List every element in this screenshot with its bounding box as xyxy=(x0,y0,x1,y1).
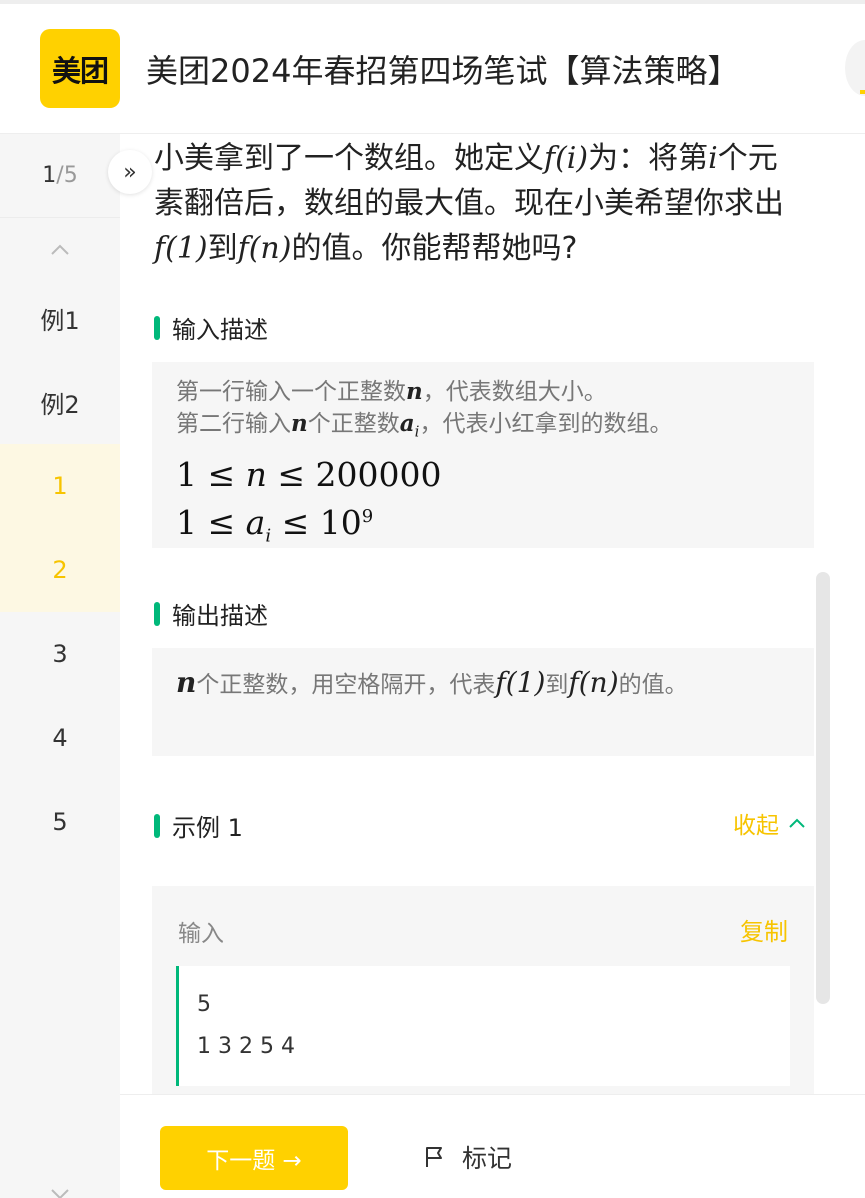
math-f-i: f(i) xyxy=(544,141,589,176)
example-input-box: 输入 复制 5 1 3 2 5 4 xyxy=(152,886,814,1094)
constraint-a: 1 ≤ ai ≤ 109 xyxy=(176,496,790,558)
text: ，代表数组大小。 xyxy=(422,379,607,405)
next-question-button[interactable]: 下一题 → xyxy=(160,1126,348,1190)
chevron-up-icon[interactable] xyxy=(48,238,72,262)
input-description-heading: 输入描述 xyxy=(154,310,268,345)
text: 个正整数，用空格隔开，代表 xyxy=(196,672,496,698)
text: 个正整数 xyxy=(307,411,400,437)
math-n: n xyxy=(291,410,308,437)
input-line-1: 第一行输入一个正整数n，代表数组大小。 xyxy=(176,376,790,408)
mark-button[interactable]: 标记 xyxy=(422,1139,512,1175)
output-description-heading: 输出描述 xyxy=(154,596,268,631)
sidebar-item-2[interactable]: 2 xyxy=(0,528,120,612)
question-content: 小美拿到了一个数组。她定义f(i)为：将第i个元素翻倍后，数组的最大值。现在小美… xyxy=(120,134,865,1094)
math-a: a xyxy=(245,502,266,542)
sidebar-item-1[interactable]: 1 xyxy=(0,444,120,528)
flag-icon xyxy=(426,1147,442,1167)
math-a: a xyxy=(399,410,415,437)
page-title: 美团2024年春招第四场笔试【算法策略】 xyxy=(146,52,740,90)
section-title: 输入描述 xyxy=(172,316,268,344)
chevron-up-icon xyxy=(789,818,805,828)
section-title: 输出描述 xyxy=(172,602,268,630)
text: 第一行输入一个正整数 xyxy=(176,379,406,405)
copy-button[interactable]: 复制 xyxy=(740,912,788,947)
text: 1 ≤ xyxy=(176,502,246,542)
collapse-button[interactable]: 收起 xyxy=(733,806,807,840)
math-f-n: f(n) xyxy=(568,666,619,699)
math-n: n xyxy=(406,378,423,405)
example-1-heading: 示例 1 xyxy=(154,808,243,843)
mark-label: 标记 xyxy=(462,1144,513,1173)
code-line: 5 xyxy=(197,992,211,1017)
collapse-label: 收起 xyxy=(733,813,779,839)
sidebar-item-example-1[interactable]: 例1 xyxy=(0,276,120,360)
text: ≤ 10 xyxy=(271,502,362,542)
current-question: 1 xyxy=(42,163,57,188)
header-accent-mark xyxy=(860,90,865,94)
input-description-box: 第一行输入一个正整数n，代表数组大小。 第二行输入n个正整数ai，代表小红拿到的… xyxy=(152,362,814,548)
total-questions: 5 xyxy=(63,163,78,188)
output-description-box: n个正整数，用空格隔开，代表f(1)到f(n)的值。 xyxy=(152,648,814,756)
header-action-button[interactable] xyxy=(845,40,865,96)
footer-bar: 下一题 → 标记 xyxy=(120,1094,865,1198)
math-f-1: f(1) xyxy=(495,666,546,699)
sidebar-item-example-2[interactable]: 例2 xyxy=(0,360,120,444)
section-title: 示例 1 xyxy=(172,814,243,842)
math-i: i xyxy=(708,141,718,176)
text: ，代表小红拿到的数组。 xyxy=(419,411,673,437)
text: ≤ 200000 xyxy=(266,454,442,494)
question-counter: 1/5 xyxy=(0,134,120,218)
example-input-code: 5 1 3 2 5 4 xyxy=(176,966,790,1086)
sidebar-item-5[interactable]: 5 xyxy=(0,780,120,864)
question-text: 小美拿到了一个数组。她定义f(i)为：将第i个元素翻倍后，数组的最大值。现在小美… xyxy=(154,136,804,271)
constraint-n: 1 ≤ n ≤ 200000 xyxy=(176,454,790,496)
counter-separator: / xyxy=(56,163,64,188)
sidebar-item-4[interactable]: 4 xyxy=(0,696,120,780)
text: 第二行输入 xyxy=(176,411,291,437)
chevron-down-icon[interactable] xyxy=(48,1186,72,1198)
meituan-logo: 美团 xyxy=(40,29,120,108)
header: 美团 美团2024年春招第四场笔试【算法策略】 xyxy=(0,0,865,134)
content-scrollbar[interactable] xyxy=(816,572,830,1004)
text: 到 xyxy=(545,672,569,698)
example-input-label: 输入 xyxy=(178,921,224,947)
top-divider xyxy=(0,0,865,4)
math-f-n: f(n) xyxy=(237,231,292,266)
input-line-2: 第二行输入n个正整数ai，代表小红拿到的数组。 xyxy=(176,408,790,448)
text: 的值。 xyxy=(618,672,688,698)
section-marker xyxy=(154,315,160,340)
math-sup-9: 9 xyxy=(361,505,374,527)
question-part: 到 xyxy=(207,231,238,266)
code-line: 1 3 2 5 4 xyxy=(197,1034,295,1059)
math-n: n xyxy=(176,666,197,699)
math-f-1: f(1) xyxy=(154,231,208,266)
section-marker xyxy=(154,813,160,838)
section-marker xyxy=(154,601,160,626)
question-sidebar: 1/5 例1 例2 1 2 3 4 5 xyxy=(0,134,120,1198)
sidebar-item-3[interactable]: 3 xyxy=(0,612,120,696)
math-n: n xyxy=(245,454,267,494)
question-part: 小美拿到了一个数组。她定义 xyxy=(154,141,544,176)
question-part: 为：将第 xyxy=(588,141,709,176)
text: 1 ≤ xyxy=(176,454,246,494)
question-part: 的值。你能帮帮她吗? xyxy=(291,231,578,266)
